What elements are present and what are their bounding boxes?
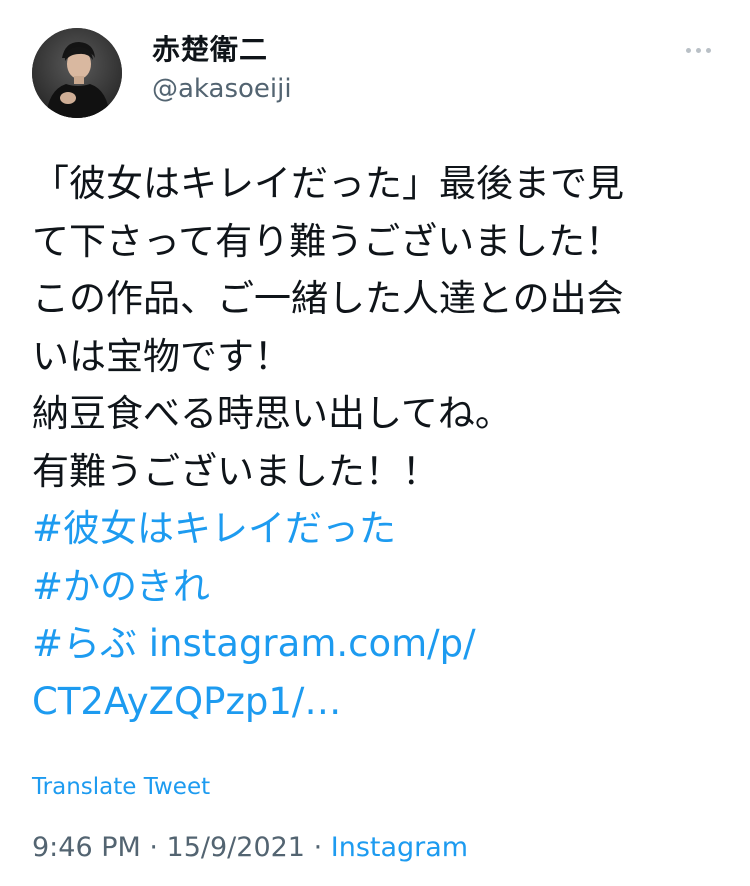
hashtag-and-url-link[interactable]: #らぶ instagram.com/p/ [32,615,732,673]
tweet-text-line: 「彼女はキレイだった」最後まで見 [32,162,624,205]
tweet-text-line: て下さって有り難うございました！ [32,219,623,263]
url-link[interactable]: CT2AyZQPzp1/… [32,673,732,731]
tweet-header: 赤楚衛二 @akasoeiji [32,28,722,118]
more-dot [685,47,691,53]
display-name[interactable]: 赤楚衛二 [152,32,292,68]
user-names: 赤楚衛二 @akasoeiji [152,32,292,108]
tweet-date[interactable]: 15/9/2021 [167,832,305,863]
tweet-text-line: この作品、ご一緒した人達との出会 [32,277,624,320]
tweet-time[interactable]: 9:46 PM [32,832,141,863]
tweet-text: 「彼女はキレイだった」最後まで見 て下さって有り難うございました！ この作品、ご… [32,155,732,730]
tweet-meta: 9:46 PM · 15/9/2021 · Instagram [32,829,468,867]
avatar[interactable] [32,28,122,118]
meta-separator: · [305,832,331,863]
user-handle[interactable]: @akasoeiji [152,70,292,108]
tweet-source-link[interactable]: Instagram [331,832,468,863]
hashtag-link[interactable]: #彼女はキレイだった [32,500,732,558]
tweet-text-line: 納豆食べる時思い出してね。 [32,392,512,435]
avatar-photo-icon [32,28,122,118]
more-dot [695,47,701,53]
translate-tweet-link[interactable]: Translate Tweet [32,771,210,803]
hashtag-link[interactable]: #かのきれ [32,558,732,616]
tweet-text-line: いは宝物です！ [32,334,291,378]
tweet-text-line: 有難うございました！！ [32,449,439,493]
tweet-detail: 赤楚衛二 @akasoeiji 「彼女はキレイだった」最後まで見 て下さって有り… [0,0,750,886]
more-horizontal-icon[interactable] [678,40,718,60]
more-dot [705,47,711,53]
meta-separator: · [140,832,167,863]
